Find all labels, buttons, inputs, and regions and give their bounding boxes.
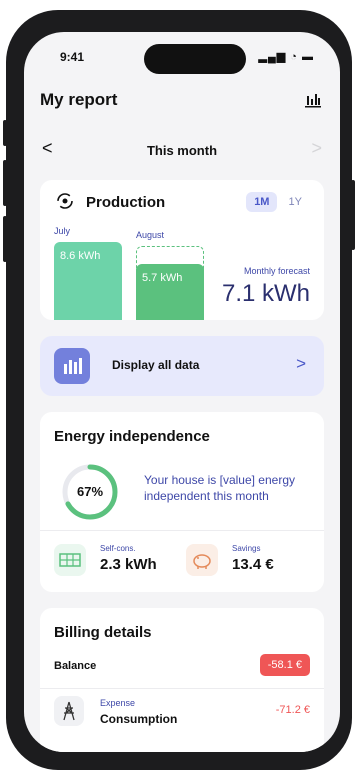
- bar-chart-icon[interactable]: [304, 90, 322, 108]
- tab-1y[interactable]: 1Y: [281, 192, 310, 212]
- bar-august: 5.7 kWh: [136, 264, 204, 320]
- app-screen: 9:41 ▂▄▆ ◔ ▬ My report < This month > Pr…: [24, 32, 340, 752]
- period-toggle: 1M 1Y: [246, 192, 310, 214]
- volume-up-button: [3, 160, 7, 206]
- phone-frame: 9:41 ▂▄▆ ◔ ▬ My report < This month > Pr…: [3, 10, 355, 770]
- solar-panel-icon: [54, 544, 86, 576]
- display-all-label: Display all data: [112, 358, 200, 372]
- savings-label: Savings: [232, 544, 261, 553]
- independence-description: Your house is [value] energy independent…: [144, 473, 295, 503]
- energy-title: Energy independence: [54, 428, 210, 445]
- status-icons: ▂▄▆ ◔ ▬: [258, 51, 314, 63]
- power-button: [351, 180, 355, 250]
- balance-badge: -58.1 €: [259, 654, 310, 676]
- self-cons-value: 2.3 kWh: [100, 556, 157, 573]
- volume-down-button: [3, 216, 7, 262]
- billing-details-card: Billing details Balance -58.1 € Expense …: [40, 608, 324, 752]
- forecast-label: Monthly forecast: [243, 266, 310, 276]
- power-pylon-icon: [54, 696, 84, 726]
- divider: [40, 530, 324, 531]
- display-all-data-button[interactable]: Display all data >: [40, 336, 324, 396]
- next-period-button[interactable]: >: [311, 138, 322, 159]
- tab-1m[interactable]: 1M: [246, 192, 278, 212]
- status-bar: 9:41 ▂▄▆ ◔ ▬: [46, 50, 318, 66]
- billing-title: Billing details: [54, 624, 152, 641]
- expense-label: Expense: [100, 698, 136, 708]
- expense-name: Consumption: [100, 712, 178, 726]
- energy-independence-card: Energy independence 67% Your house is [v…: [40, 412, 324, 592]
- mute-button: [3, 120, 7, 146]
- self-cons-label: Self-cons.: [100, 544, 136, 553]
- period-navigator: < This month >: [40, 138, 324, 164]
- piggy-bank-icon: [186, 544, 218, 576]
- production-title: Production: [86, 194, 166, 211]
- forecast-value: 7.1 kWh: [221, 280, 310, 307]
- independence-percent: 67%: [76, 484, 104, 499]
- bar-label-august: August: [136, 230, 165, 240]
- status-time: 9:41: [60, 50, 85, 64]
- savings-value: 13.4 €: [232, 556, 274, 573]
- balance-label: Balance: [54, 660, 97, 672]
- expense-value: -71.2 €: [275, 704, 310, 716]
- analytics-icon: [54, 348, 90, 384]
- divider: [40, 688, 324, 689]
- production-card: Production 1M 1Y July 8.6 kWh August 5.7…: [40, 180, 324, 320]
- bar-july: 8.6 kWh: [54, 242, 122, 320]
- chevron-right-icon: >: [296, 354, 306, 373]
- page-title: My report: [40, 90, 118, 109]
- bar-label-july: July: [54, 226, 71, 236]
- solar-cycle-icon: [57, 193, 73, 209]
- period-label: This month: [146, 143, 218, 158]
